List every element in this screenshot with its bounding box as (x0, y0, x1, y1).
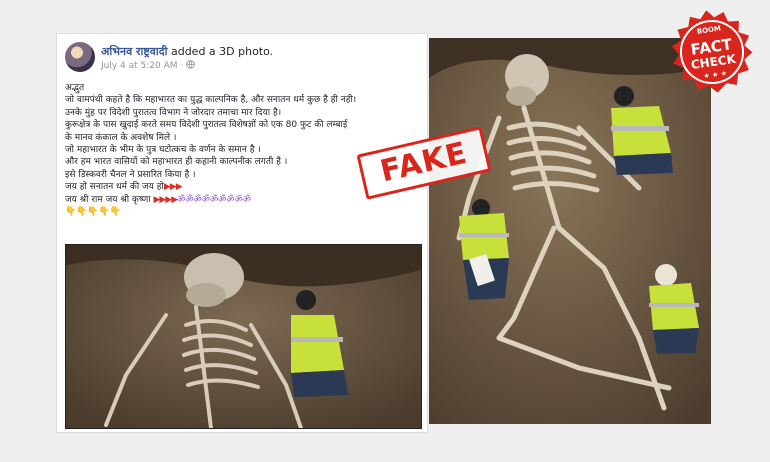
slogan-text: जय श्री राम जय श्री कृष्णा (65, 194, 151, 205)
facebook-post: अभिनव राष्ट्रवादी added a 3D photo. July… (56, 33, 428, 433)
skeleton-excavation-image (66, 245, 421, 428)
post-timestamp[interactable]: July 4 at 5:20 AM (101, 61, 178, 71)
flag-emojis: ▶▶▶▶ (153, 194, 178, 205)
slogan-text: जय हो सनातन धर्म की जय हो (65, 182, 164, 193)
author-line: अभिनव राष्ट्रवादी added a 3D photo. (101, 44, 273, 59)
flag-emojis: ▶▶▶ (163, 182, 183, 193)
post-meta: July 4 at 5:20 AM · (101, 60, 195, 71)
post-line: कुरूक्षेत्र के पास खुदाई करते समय विदेशी… (65, 120, 348, 131)
post-3d-photo[interactable] (65, 244, 422, 429)
om-emojis: ॐॐॐॐॐॐॐॐॐ (177, 194, 251, 205)
author-name[interactable]: अभिनव राष्ट्रवादी (101, 45, 167, 58)
avatar[interactable] (65, 42, 95, 72)
pointing-down-emojis: 👇👇👇👇👇 (65, 207, 122, 218)
post-line: के मानव कंकाल के अवशेष मिले । (65, 132, 177, 143)
globe-icon (186, 60, 195, 69)
boom-fact-check-logo: BOOM FACT CHECK ★ ★ ★ (671, 10, 753, 93)
post-line: जो वामपंथी कहते है कि महाभारत का युद्ध क… (65, 95, 357, 106)
post-action: added a 3D photo. (170, 45, 274, 58)
post-header: अभिनव राष्ट्रवादी added a 3D photo. July… (65, 42, 419, 76)
post-line: उनके मुंह पर विदेशी पुरातत्व विभाग ने जो… (65, 107, 282, 118)
post-line: अद्भुत (65, 83, 85, 93)
